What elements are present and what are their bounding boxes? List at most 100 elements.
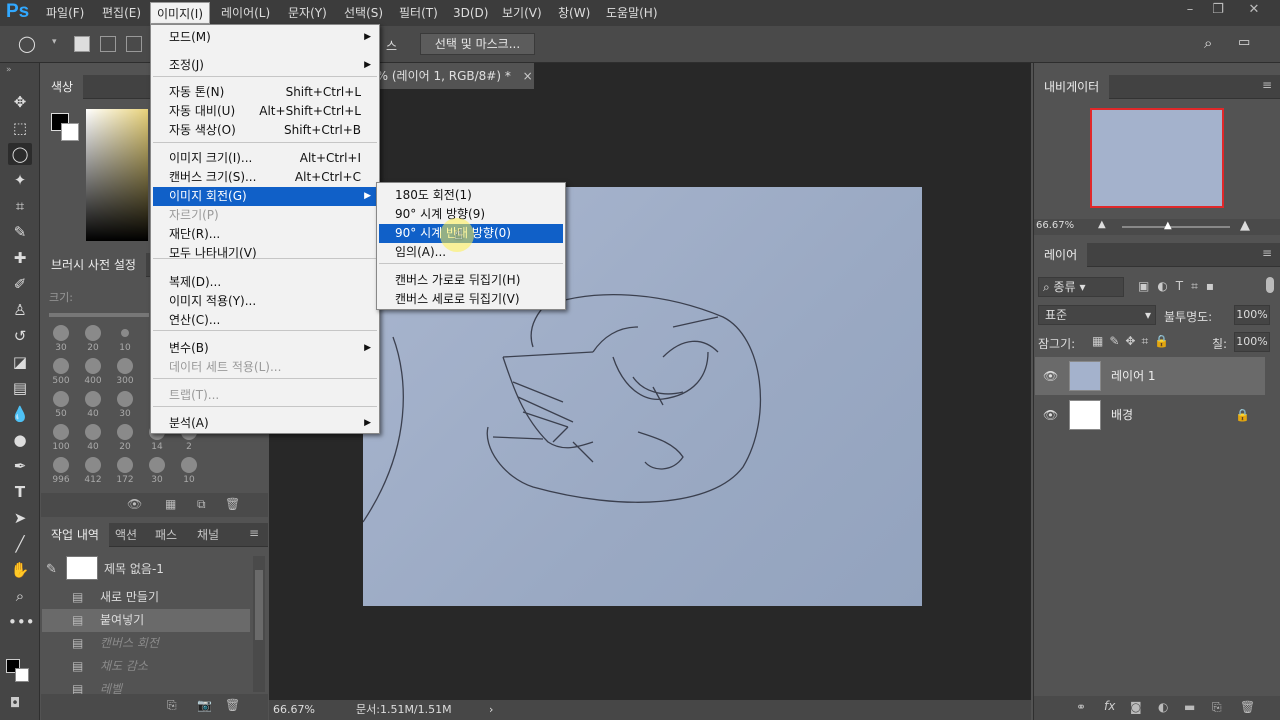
menu-item-14[interactable]: 변수(B) ▶ — [153, 339, 377, 358]
move-tool-icon[interactable]: ✥ — [8, 91, 32, 113]
brush-preset[interactable] — [85, 457, 101, 473]
opacity-field[interactable]: 100% — [1234, 305, 1270, 325]
chevron-down-icon[interactable]: ▾ — [52, 37, 57, 47]
menu-item-5[interactable]: 이미지 크기(I)... Alt+Ctrl+I — [153, 149, 377, 168]
lasso-icon[interactable]: ◯ — [18, 34, 36, 53]
path-selection-icon[interactable]: ➤ — [8, 507, 32, 529]
menu-select[interactable]: 선택(S) — [338, 2, 389, 24]
menu-item-13[interactable]: 연산(C)... — [153, 311, 377, 330]
zoom-in-icon[interactable]: ▲ — [1240, 218, 1250, 233]
history-scrollbar[interactable] — [253, 556, 265, 692]
menu-item-12[interactable]: 이미지 적용(Y)... — [153, 292, 377, 311]
blur-tool-icon[interactable]: 💧 — [8, 403, 32, 425]
filter-toggle[interactable] — [1266, 277, 1274, 293]
color-field[interactable] — [86, 109, 148, 241]
history-brush-source-icon[interactable]: ✎ — [46, 562, 57, 577]
brush-preset[interactable] — [53, 358, 69, 374]
zoom-slider[interactable] — [1122, 226, 1230, 228]
new-selection-icon[interactable] — [74, 36, 90, 52]
brush-preset[interactable] — [85, 325, 101, 341]
navigator-zoom-value[interactable]: 66.67% — [1036, 220, 1074, 231]
history-item[interactable]: ▤ 새로 만들기 — [42, 586, 250, 609]
grid-icon[interactable]: ▦ — [165, 497, 176, 511]
tab-layers[interactable]: 레이어 — [1034, 243, 1088, 267]
eraser-icon[interactable]: ◪ — [8, 351, 32, 373]
brush-preset[interactable] — [117, 391, 133, 407]
menu-item-2[interactable]: 자동 톤(N) Shift+Ctrl+L — [153, 83, 377, 102]
brush-preset[interactable] — [53, 325, 69, 341]
zoom-slider-thumb[interactable]: ▲ — [1164, 220, 1172, 231]
blend-mode-select[interactable]: 표준 ▾ — [1038, 305, 1156, 325]
dodge-tool-icon[interactable]: ● — [8, 429, 32, 451]
menu-type[interactable]: 문자(Y) — [282, 2, 333, 24]
tab-color[interactable]: 색상 — [41, 75, 84, 99]
restore-icon[interactable]: ❐ — [1204, 0, 1232, 20]
brush-tool-icon[interactable]: ✐ — [8, 273, 32, 295]
brush-preset[interactable] — [149, 457, 165, 473]
history-item[interactable]: ▤ 캔버스 회전 — [42, 632, 250, 655]
tab-close-icon[interactable]: × — [523, 69, 533, 83]
fill-field[interactable]: 100% — [1234, 332, 1270, 352]
trash-icon[interactable]: 🗑 — [225, 497, 240, 511]
layer-filter-select[interactable]: ⌕ 종류 ▾ — [1038, 277, 1124, 297]
tab-navigator[interactable]: 내비게이터 — [1034, 75, 1110, 99]
workspace-icon[interactable]: ▭ — [1238, 35, 1250, 50]
collapse-icon[interactable]: » — [6, 65, 12, 75]
minimize-icon[interactable]: – — [1176, 0, 1204, 20]
scrollbar-thumb[interactable] — [255, 570, 263, 640]
camera-icon[interactable]: 📷 — [197, 698, 212, 712]
lasso-tool-icon[interactable]: ◯ — [8, 143, 32, 165]
menu-help[interactable]: 도움말(H) — [600, 2, 664, 24]
new-document-icon[interactable]: ⎘ — [167, 698, 177, 713]
menu-item-3[interactable]: 자동 대비(U) Alt+Shift+Ctrl+L — [153, 102, 377, 121]
hand-tool-icon[interactable]: ✋ — [8, 559, 32, 581]
zoom-tool-icon[interactable]: ⌕ — [8, 585, 32, 607]
lock-icons[interactable]: ▦✎✥⌗🔒 — [1092, 334, 1175, 349]
brush-size-slider[interactable] — [49, 313, 149, 317]
brush-preset[interactable] — [85, 424, 101, 440]
layer-name[interactable]: 레이어 1 — [1111, 357, 1156, 395]
menu-item-7[interactable]: 이미지 회전(G) ▶ — [153, 187, 377, 206]
menu-item-6[interactable]: 캔버스 크기(S)... Alt+Ctrl+C — [153, 168, 377, 187]
brush-preset[interactable] — [181, 457, 197, 473]
pen-tool-icon[interactable]: ✒ — [8, 455, 32, 477]
adjustment-icon[interactable]: ◐ — [1158, 700, 1168, 714]
brush-preset[interactable] — [85, 358, 101, 374]
healing-brush-icon[interactable]: ✚ — [8, 247, 32, 269]
tab-actions[interactable]: 액션 — [105, 523, 147, 547]
more-tools-icon[interactable]: ••• — [8, 611, 35, 633]
tab-history[interactable]: 작업 내역 — [41, 523, 109, 547]
menu-layer[interactable]: 레이어(L) — [215, 2, 276, 24]
snapshot-label[interactable]: 제목 없음-1 — [104, 560, 164, 577]
new-preset-icon[interactable]: ⧉ — [197, 497, 206, 512]
eye-icon[interactable]: 👁 — [1043, 357, 1058, 395]
type-tool-icon[interactable]: T — [8, 481, 32, 503]
menu-item-1[interactable]: 조정(J) ▶ — [153, 56, 377, 75]
zoom-out-icon[interactable]: ▲ — [1098, 219, 1106, 230]
eyedropper-icon[interactable]: ✎ — [8, 221, 32, 243]
menu-item-0[interactable]: 모드(M) ▶ — [153, 28, 377, 47]
status-arrow-icon[interactable]: › — [489, 700, 493, 720]
rotate-option-5[interactable]: 캔버스 세로로 뒤집기(V) — [379, 290, 563, 309]
clone-stamp-icon[interactable]: ♙ — [8, 299, 32, 321]
zoom-level[interactable]: 66.67% — [273, 700, 315, 720]
add-selection-icon[interactable] — [100, 36, 116, 52]
menu-item-11[interactable]: 복제(D)... — [153, 273, 377, 292]
fx-icon[interactable]: fx — [1104, 699, 1115, 713]
eye-icon[interactable]: 👁 — [127, 497, 142, 511]
link-icon[interactable]: ⚭ — [1076, 700, 1086, 714]
tab-paths[interactable]: 패스 — [145, 523, 187, 547]
search-icon[interactable]: ⌕ — [1204, 34, 1212, 52]
brush-preset[interactable] — [117, 457, 133, 473]
trash-icon[interactable]: 🗑 — [1240, 700, 1255, 714]
history-brush-icon[interactable]: ↺ — [8, 325, 32, 347]
menu-item-10[interactable]: 모두 나타내기(V) — [153, 244, 377, 263]
brush-preset[interactable] — [53, 457, 69, 473]
tab-channels[interactable]: 채널 — [187, 523, 229, 547]
mask-icon[interactable]: ◙ — [1130, 700, 1142, 714]
background-color-swatch[interactable] — [15, 668, 29, 682]
navigator-thumbnail[interactable] — [1090, 108, 1224, 208]
menu-item-4[interactable]: 자동 색상(O) Shift+Ctrl+B — [153, 121, 377, 140]
magic-wand-icon[interactable]: ✦ — [8, 169, 32, 191]
menu-filter[interactable]: 필터(T) — [393, 2, 444, 24]
